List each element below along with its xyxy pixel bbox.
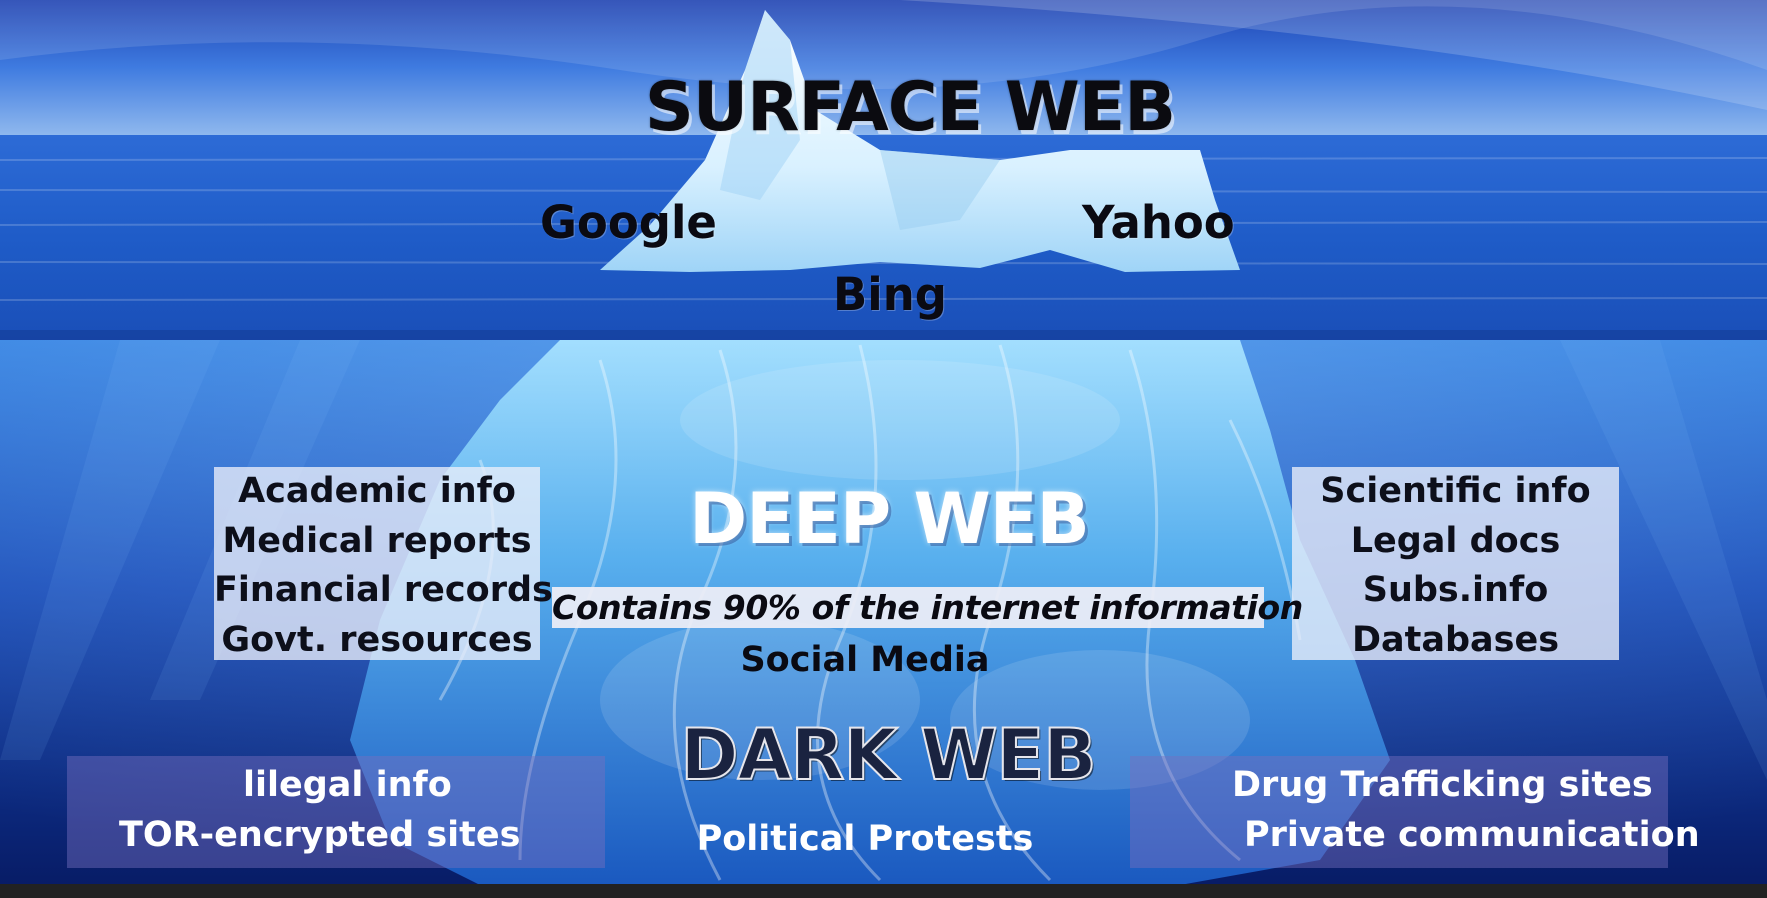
list-item: Financial records	[214, 570, 553, 610]
engine-google-label: Google	[540, 196, 717, 249]
political-protests-label: Political Protests	[696, 819, 1034, 859]
engine-bing-label: Bing	[833, 268, 947, 321]
deep-web-banner-text: Contains 90% of the internet information	[552, 588, 1303, 627]
surface-web-title: SURFACE WEB	[644, 68, 1176, 147]
engine-yahoo-label: Yahoo	[1082, 196, 1235, 249]
iceberg-diagram: SURFACE WEB Google Yahoo Bing Academic i…	[0, 0, 1767, 898]
list-item: Drug Trafficking sites	[1232, 765, 1653, 805]
deep-web-title: DEEP WEB	[689, 478, 1090, 560]
social-media-label: Social Media	[740, 640, 990, 680]
bottom-bar	[0, 884, 1767, 898]
list-item: lilegal info	[243, 765, 452, 805]
list-item: Subs.info	[1362, 570, 1549, 610]
